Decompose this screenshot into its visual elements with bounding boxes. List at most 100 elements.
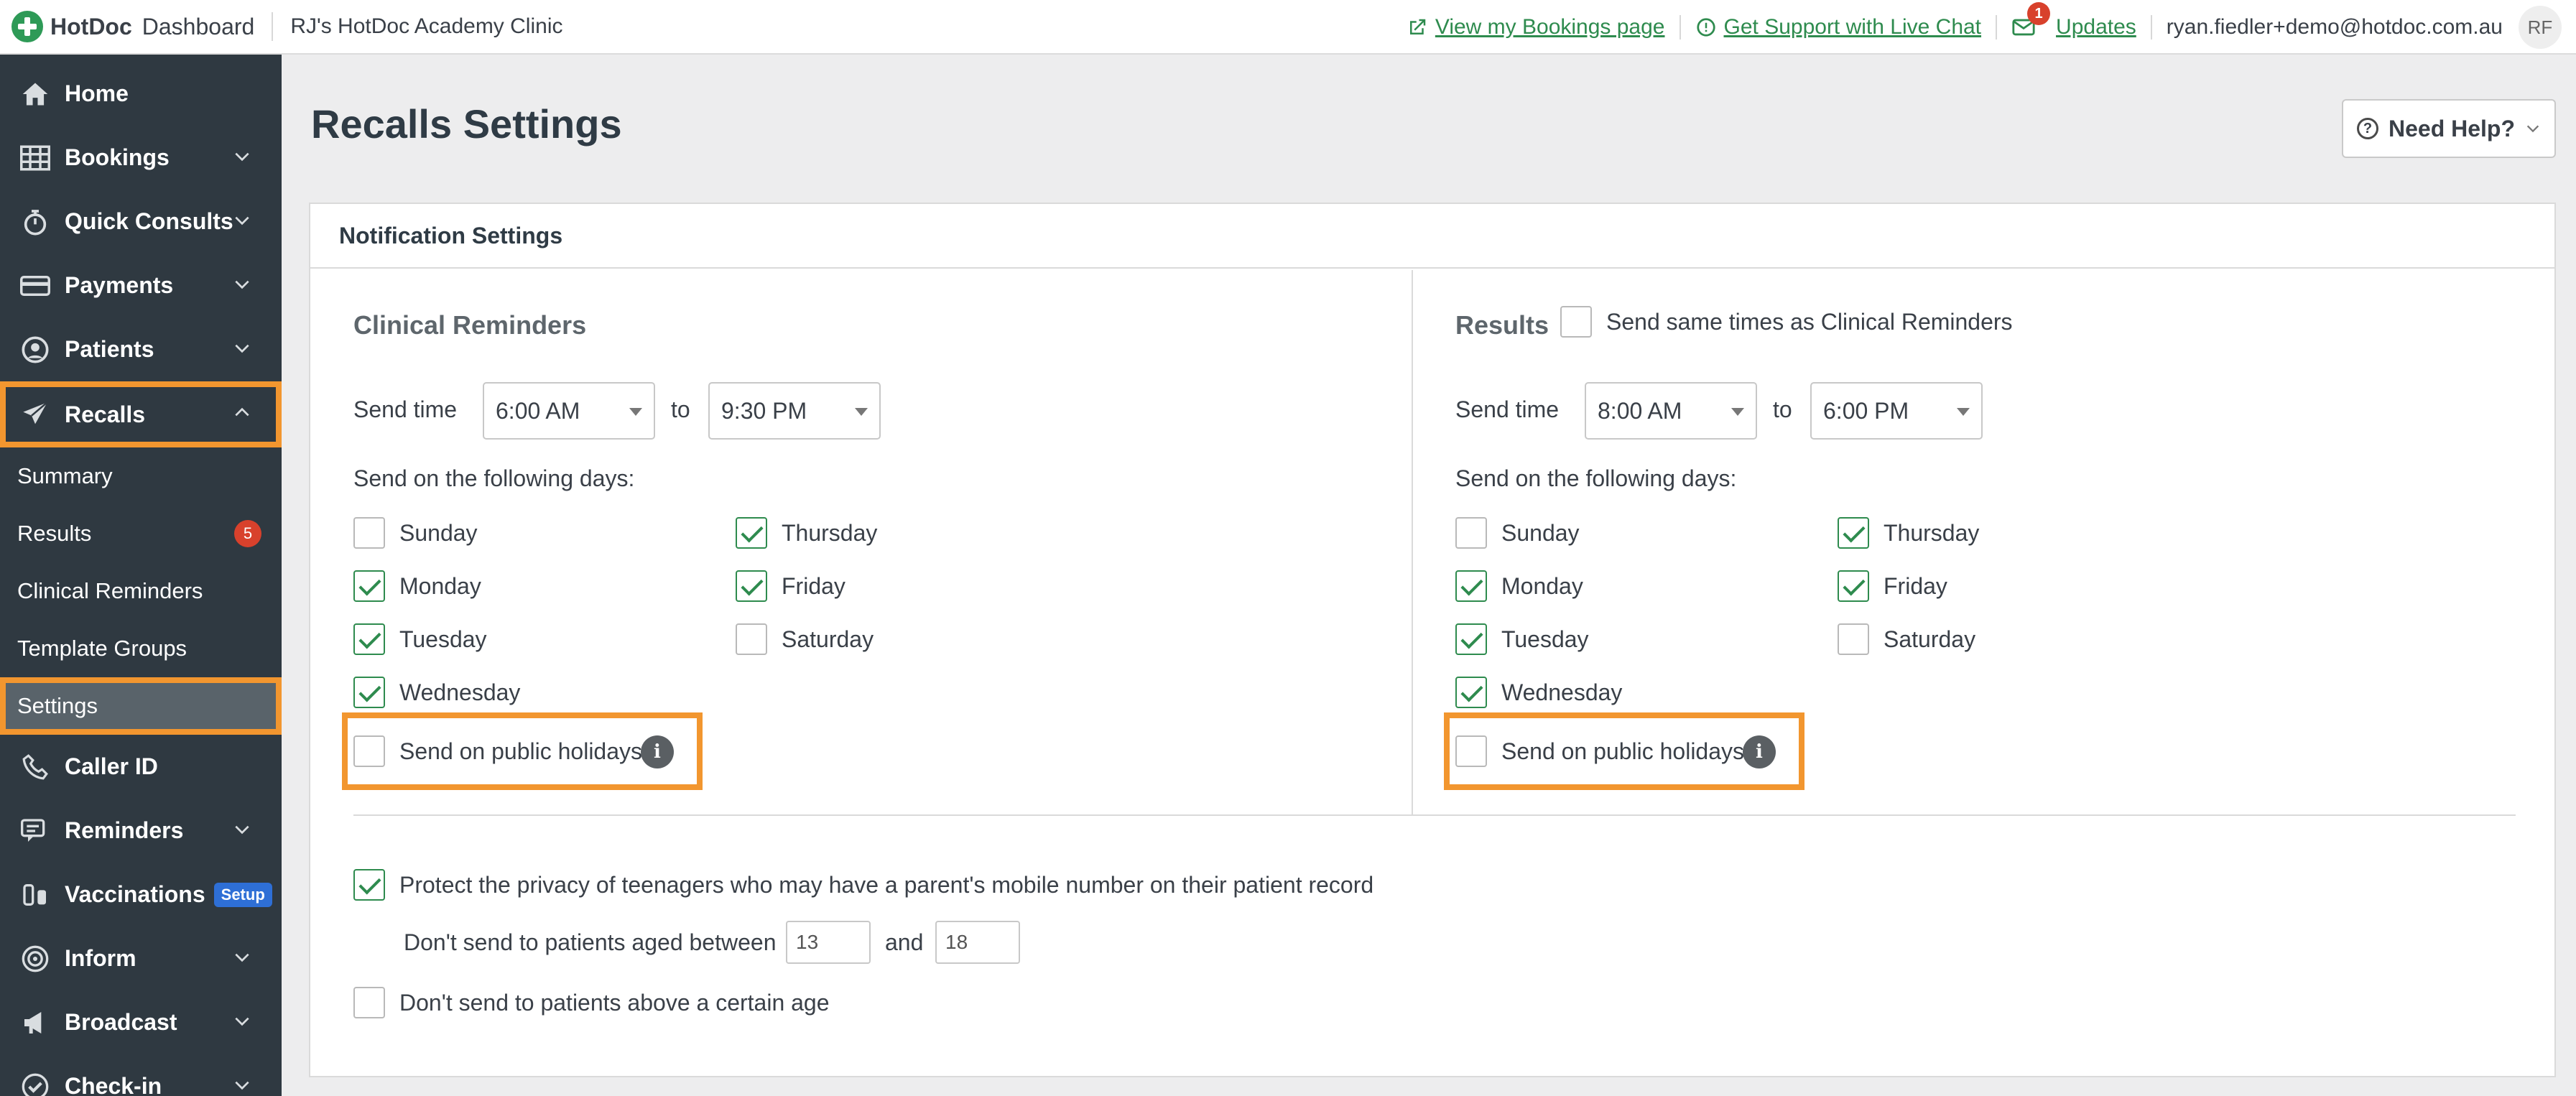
sidebar-item-recalls[interactable]: Recalls	[0, 381, 282, 447]
avatar[interactable]: RF	[2519, 6, 2562, 49]
clinical-saturday-checkbox[interactable]	[736, 623, 767, 655]
column-divider	[1412, 270, 1413, 816]
sidebar-item-bookings[interactable]: Bookings	[0, 126, 282, 190]
clinical-tuesday-checkbox[interactable]	[353, 623, 385, 655]
results-public-holidays-checkbox[interactable]	[1455, 735, 1487, 767]
sidebar-item-home[interactable]: Home	[0, 62, 282, 126]
clinical-to-time-select[interactable]: 9:30 PM	[708, 382, 881, 440]
updates-label: Updates	[2056, 15, 2136, 39]
sidebar-subitem-clinical-reminders[interactable]: Clinical Reminders	[0, 562, 282, 620]
public-holidays-label: Send on public holidays	[1501, 738, 1745, 764]
info-icon[interactable]: i	[641, 735, 674, 768]
user-email[interactable]: ryan.fiedler+demo@hotdoc.com.au	[2167, 15, 2503, 40]
question-circle-icon: ?	[2356, 118, 2378, 139]
view-bookings-label: View my Bookings page	[1435, 15, 1665, 39]
day-label: Thursday	[1884, 520, 1980, 546]
day-label: Saturday	[1884, 626, 1976, 652]
sidebar-subitem-label: Settings	[17, 693, 98, 718]
sidebar-item-label: Home	[65, 80, 129, 106]
sidebar-subitem-label: Clinical Reminders	[17, 578, 203, 603]
above-age-checkbox[interactable]	[353, 987, 385, 1018]
results-title: Results	[1455, 310, 1549, 340]
results-monday-checkbox[interactable]	[1455, 570, 1487, 602]
chevron-up-icon	[235, 407, 249, 417]
sidebar-item-quick-consults[interactable]: Quick Consults	[0, 190, 282, 254]
chevron-down-icon	[235, 953, 249, 962]
clinical-public-holidays-checkbox[interactable]	[353, 735, 385, 767]
results-friday-checkbox[interactable]	[1838, 570, 1869, 602]
notification-settings-card: Notification Settings Clinical Reminders…	[309, 203, 2556, 1077]
brand-name: HotDoc	[50, 13, 132, 40]
protect-teen-privacy-checkbox[interactable]	[353, 869, 385, 901]
user-circle-icon	[17, 335, 53, 364]
view-bookings-link[interactable]: View my Bookings page	[1407, 15, 1665, 40]
sidebar-item-patients[interactable]: Patients	[0, 317, 282, 381]
day-label: Friday	[782, 573, 845, 599]
sidebar-item-check-in[interactable]: Check-in	[0, 1054, 282, 1096]
sidebar-subitem-settings[interactable]: Settings	[0, 677, 282, 735]
sidebar-item-payments[interactable]: Payments	[0, 254, 282, 317]
home-icon	[17, 80, 53, 108]
need-help-button[interactable]: ? Need Help?	[2342, 99, 2556, 158]
sidebar-item-vaccinations[interactable]: Vaccinations Setup	[0, 863, 282, 927]
public-holidays-label: Send on public holidays	[399, 738, 643, 764]
sidebar-item-label: Caller ID	[65, 753, 158, 779]
info-icon[interactable]: i	[1743, 735, 1776, 768]
clinical-from-time-select[interactable]: 6:00 AM	[483, 382, 655, 440]
chevron-down-icon	[235, 825, 249, 835]
updates-link[interactable]: 1 Updates	[2011, 2, 2136, 40]
sidebar-item-label: Vaccinations	[65, 881, 205, 907]
card-title: Notification Settings	[310, 204, 2554, 269]
clinical-wednesday-checkbox[interactable]	[353, 677, 385, 708]
external-link-icon	[1409, 19, 1426, 34]
clinical-friday-checkbox[interactable]	[736, 570, 767, 602]
hotdoc-logo-icon	[11, 11, 43, 42]
days-label: Send on the following days:	[353, 465, 635, 491]
clinical-thursday-checkbox[interactable]	[736, 517, 767, 549]
brand-section: Dashboard	[142, 13, 255, 40]
day-label: Tuesday	[1501, 626, 1589, 652]
clinical-reminders-title: Clinical Reminders	[353, 310, 587, 340]
same-times-checkbox[interactable]	[1560, 306, 1592, 338]
credit-card-icon	[17, 271, 53, 300]
setup-badge: Setup	[213, 882, 272, 907]
sidebar-subitem-results[interactable]: Results 5	[0, 505, 282, 562]
sidebar-subitem-label: Results	[17, 521, 92, 546]
chevron-down-icon	[235, 280, 249, 289]
live-chat-link[interactable]: Get Support with Live Chat	[1695, 15, 1981, 40]
section-divider	[353, 814, 2516, 816]
chevron-down-icon	[235, 1081, 249, 1090]
results-from-time-select[interactable]: 8:00 AM	[1585, 382, 1757, 440]
sidebar: Home Bookings Quick Consults Payments Pa…	[0, 55, 282, 1096]
day-label: Wednesday	[399, 679, 521, 705]
results-thursday-checkbox[interactable]	[1838, 517, 1869, 549]
clinical-monday-checkbox[interactable]	[353, 570, 385, 602]
messages-icon	[17, 817, 53, 845]
clinical-sunday-checkbox[interactable]	[353, 517, 385, 549]
results-sunday-checkbox[interactable]	[1455, 517, 1487, 549]
check-circle-icon	[17, 1072, 53, 1096]
results-wednesday-checkbox[interactable]	[1455, 677, 1487, 708]
sidebar-item-inform[interactable]: Inform	[0, 927, 282, 990]
brand[interactable]: HotDoc Dashboard	[11, 11, 254, 42]
above-age-label: Don't send to patients above a certain a…	[399, 990, 830, 1016]
sidebar-item-broadcast[interactable]: Broadcast	[0, 990, 282, 1054]
sidebar-item-caller-id[interactable]: Caller ID	[0, 735, 282, 799]
megaphone-icon	[17, 1008, 53, 1037]
to-label: to	[1773, 396, 1792, 422]
sidebar-subitem-template-groups[interactable]: Template Groups	[0, 620, 282, 677]
sidebar-subitem-summary[interactable]: Summary	[0, 447, 282, 505]
send-time-label: Send time	[353, 396, 458, 422]
min-age-input[interactable]: 13	[786, 921, 871, 964]
results-tuesday-checkbox[interactable]	[1455, 623, 1487, 655]
divider	[272, 12, 274, 41]
day-label: Wednesday	[1501, 679, 1623, 705]
day-label: Saturday	[782, 626, 874, 652]
results-to-time-select[interactable]: 6:00 PM	[1810, 382, 1983, 440]
stopwatch-icon	[17, 208, 53, 236]
max-age-input[interactable]: 18	[935, 921, 1020, 964]
chevron-down-icon	[235, 216, 249, 226]
sidebar-item-reminders[interactable]: Reminders	[0, 799, 282, 863]
target-icon	[17, 944, 53, 973]
results-saturday-checkbox[interactable]	[1838, 623, 1869, 655]
